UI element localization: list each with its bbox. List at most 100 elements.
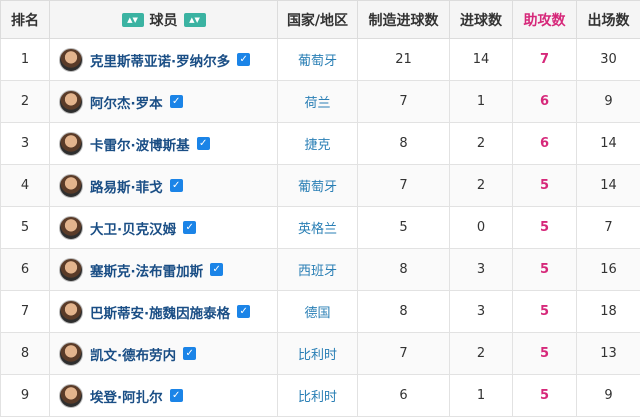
avatar[interactable] <box>59 258 83 282</box>
goals-cell: 2 <box>450 123 513 165</box>
rank-cell: 3 <box>1 123 50 165</box>
created-cell: 8 <box>358 291 450 333</box>
table-row: 4路易斯·菲戈✓葡萄牙72514 <box>1 165 640 207</box>
created-cell: 8 <box>358 123 450 165</box>
player-cell[interactable]: 卡雷尔·波博斯基 ✓ <box>50 123 278 165</box>
created-cell: 7 <box>358 333 450 375</box>
player-name-link[interactable]: 凯文·德布劳内 <box>90 344 176 364</box>
apps-cell: 14 <box>577 123 640 165</box>
country-link[interactable]: 西班牙 <box>278 249 358 291</box>
checkbox-checked-icon[interactable]: ✓ <box>183 221 196 234</box>
player-cell[interactable]: 巴斯蒂安·施魏因施泰格 ✓ <box>50 291 278 333</box>
avatar[interactable] <box>59 174 83 198</box>
player-cell[interactable]: 塞斯克·法布雷加斯 ✓ <box>50 249 278 291</box>
checkbox-checked-icon[interactable]: ✓ <box>170 389 183 402</box>
apps-cell: 9 <box>577 81 640 123</box>
player-cell[interactable]: 路易斯·菲戈 ✓ <box>50 165 278 207</box>
player-name-link[interactable]: 卡雷尔·波博斯基 <box>90 134 190 154</box>
stats-table: 排名 ▲▼ 球员 ▲▼ 国家/地区 制造进球数 进球数 助攻数 出场数 1克里斯… <box>0 0 640 417</box>
avatar[interactable] <box>59 90 83 114</box>
header-rank[interactable]: 排名 <box>1 1 50 39</box>
sort-icon[interactable]: ▲▼ <box>122 13 144 27</box>
assists-cell: 5 <box>513 375 577 417</box>
checkbox-checked-icon[interactable]: ✓ <box>183 347 196 360</box>
header-goals[interactable]: 进球数 <box>450 1 513 39</box>
avatar[interactable] <box>59 48 83 72</box>
header-player-label: 球员 <box>150 10 178 30</box>
country-link[interactable]: 比利时 <box>278 333 358 375</box>
player-cell[interactable]: 阿尔杰·罗本 ✓ <box>50 81 278 123</box>
assists-cell: 5 <box>513 249 577 291</box>
player-name-link[interactable]: 巴斯蒂安·施魏因施泰格 <box>90 302 230 322</box>
player-name-link[interactable]: 大卫·贝克汉姆 <box>90 218 176 238</box>
goals-cell: 0 <box>450 207 513 249</box>
header-created[interactable]: 制造进球数 <box>358 1 450 39</box>
header-apps[interactable]: 出场数 <box>577 1 640 39</box>
player-cell[interactable]: 埃登·阿扎尔 ✓ <box>50 375 278 417</box>
country-link[interactable]: 比利时 <box>278 375 358 417</box>
avatar[interactable] <box>59 342 83 366</box>
assists-cell: 6 <box>513 81 577 123</box>
created-cell: 7 <box>358 81 450 123</box>
checkbox-checked-icon[interactable]: ✓ <box>170 95 183 108</box>
goals-cell: 1 <box>450 81 513 123</box>
apps-cell: 14 <box>577 165 640 207</box>
country-link[interactable]: 葡萄牙 <box>278 165 358 207</box>
goals-cell: 2 <box>450 333 513 375</box>
player-name-link[interactable]: 埃登·阿扎尔 <box>90 386 163 406</box>
checkbox-checked-icon[interactable]: ✓ <box>210 263 223 276</box>
assists-cell: 6 <box>513 123 577 165</box>
rank-cell: 8 <box>1 333 50 375</box>
header-country[interactable]: 国家/地区 <box>278 1 358 39</box>
apps-cell: 16 <box>577 249 640 291</box>
country-link[interactable]: 荷兰 <box>278 81 358 123</box>
country-link[interactable]: 英格兰 <box>278 207 358 249</box>
sort-icon[interactable]: ▲▼ <box>184 13 206 27</box>
country-link[interactable]: 德国 <box>278 291 358 333</box>
rank-cell: 9 <box>1 375 50 417</box>
header-assists[interactable]: 助攻数 <box>513 1 577 39</box>
rank-cell: 6 <box>1 249 50 291</box>
table-row: 2 阿尔杰·罗本 ✓ 荷兰7169 <box>1 81 640 123</box>
rank-cell: 7 <box>1 291 50 333</box>
goals-cell: 3 <box>450 249 513 291</box>
table-row: 1克里斯蒂亚诺·罗纳尔多✓葡萄牙2114730 <box>1 39 640 81</box>
player-name-link[interactable]: 克里斯蒂亚诺·罗纳尔多 <box>90 50 230 70</box>
assists-cell: 5 <box>513 207 577 249</box>
apps-cell: 30 <box>577 39 640 81</box>
rank-cell: 1 <box>1 39 50 81</box>
goals-cell: 2 <box>450 165 513 207</box>
created-cell: 21 <box>358 39 450 81</box>
apps-cell: 13 <box>577 333 640 375</box>
assists-cell: 5 <box>513 333 577 375</box>
checkbox-checked-icon[interactable]: ✓ <box>197 137 210 150</box>
assists-cell: 7 <box>513 39 577 81</box>
avatar[interactable] <box>59 132 83 156</box>
created-cell: 7 <box>358 165 450 207</box>
created-cell: 5 <box>358 207 450 249</box>
country-link[interactable]: 捷克 <box>278 123 358 165</box>
table-row: 5大卫·贝克汉姆✓英格兰5057 <box>1 207 640 249</box>
assists-cell: 5 <box>513 291 577 333</box>
player-cell[interactable]: 凯文·德布劳内 ✓ <box>50 333 278 375</box>
avatar[interactable] <box>59 384 83 408</box>
apps-cell: 7 <box>577 207 640 249</box>
created-cell: 8 <box>358 249 450 291</box>
country-link[interactable]: 葡萄牙 <box>278 39 358 81</box>
apps-cell: 9 <box>577 375 640 417</box>
rank-cell: 2 <box>1 81 50 123</box>
goals-cell: 3 <box>450 291 513 333</box>
checkbox-checked-icon[interactable]: ✓ <box>237 53 250 66</box>
player-cell[interactable]: 大卫·贝克汉姆 ✓ <box>50 207 278 249</box>
rank-cell: 5 <box>1 207 50 249</box>
player-name-link[interactable]: 塞斯克·法布雷加斯 <box>90 260 203 280</box>
avatar[interactable] <box>59 216 83 240</box>
checkbox-checked-icon[interactable]: ✓ <box>237 305 250 318</box>
header-row: 排名 ▲▼ 球员 ▲▼ 国家/地区 制造进球数 进球数 助攻数 出场数 <box>1 1 640 39</box>
player-name-link[interactable]: 阿尔杰·罗本 <box>90 92 163 112</box>
avatar[interactable] <box>59 300 83 324</box>
player-cell[interactable]: 克里斯蒂亚诺·罗纳尔多 ✓ <box>50 39 278 81</box>
header-player[interactable]: ▲▼ 球员 ▲▼ <box>50 1 278 39</box>
player-name-link[interactable]: 路易斯·菲戈 <box>90 176 163 196</box>
checkbox-checked-icon[interactable]: ✓ <box>170 179 183 192</box>
